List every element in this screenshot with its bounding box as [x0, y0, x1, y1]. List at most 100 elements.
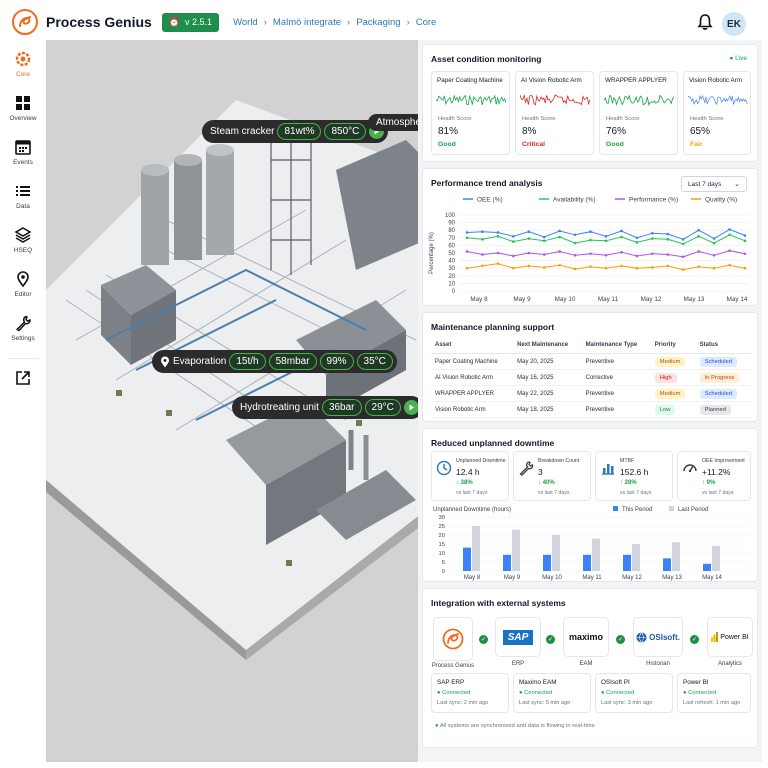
health-status: Good — [606, 141, 624, 148]
table-header-row: Asset Next Maintenance Maintenance Type … — [431, 337, 751, 354]
data-point — [558, 229, 561, 233]
play-icon[interactable] — [403, 400, 419, 415]
sidebar-item-editor[interactable]: Editor — [0, 270, 46, 308]
table-cell-status: Scheduled — [695, 353, 751, 370]
plant-3d-view[interactable]: Steam cracker 81wt% 850°C Atmosphe Evapo… — [46, 40, 426, 762]
kpi-change: ↑ 9% — [702, 480, 716, 486]
connection-sync: Last sync: 2 min ago — [437, 700, 489, 706]
data-point — [728, 263, 731, 267]
connection-card[interactable]: Power BI ● Connected Last refresh: 1 min… — [677, 673, 751, 713]
kpi-card[interactable]: OEE Improvement +11.2% ↑ 9% vs last 7 da… — [677, 451, 751, 501]
card-title: Performance trend analysis — [431, 178, 543, 188]
system-power-bi[interactable]: Power BI — [707, 617, 753, 657]
breadcrumb-item[interactable]: Packaging — [356, 17, 400, 28]
bar — [592, 538, 600, 571]
system-osisoft[interactable]: OSIsoft. — [633, 617, 683, 657]
callout-hydrotreating-unit[interactable]: Hydrotreating unit 36bar 29°C — [232, 396, 423, 419]
health-score-value: 8% — [522, 126, 537, 137]
downtime-card: Reduced unplanned downtime Unplanned Dow… — [422, 428, 758, 582]
asset-name: Vision Robotic Arm — [689, 77, 743, 84]
date-range-select[interactable]: Last 7 days ⌄ — [681, 176, 747, 192]
connection-name: Maximo EAM — [519, 679, 557, 686]
connection-sync: Last sync: 3 min ago — [601, 700, 653, 706]
callout-label: Steam cracker — [210, 126, 275, 137]
y-tick-label: 20 — [439, 533, 445, 539]
sidebar-item-events[interactable]: Events — [0, 138, 46, 176]
legend-label[interactable]: Last Period — [678, 507, 708, 513]
system-label: EAM — [579, 661, 593, 667]
breadcrumb-item[interactable]: Malmö integrate — [273, 17, 341, 28]
bar — [543, 554, 551, 571]
connection-card[interactable]: SAP ERP ● Connected Last sync: 2 min ago — [431, 673, 509, 713]
breadcrumb-item[interactable]: World — [233, 17, 258, 28]
table-row[interactable]: AI Vision Robotic Arm May 16, 2025 Correct… — [431, 369, 751, 386]
sidebar-item-hseq[interactable]: HSEQ — [0, 226, 46, 264]
data-point — [651, 252, 654, 256]
callout-evaporation[interactable]: Evaporation 15t/h 58mbar 99% 35°C — [152, 350, 397, 373]
process-genius-logo[interactable] — [12, 9, 38, 35]
health-score-label: Health Score — [606, 116, 640, 122]
table-cell-asset: Paper Coating Machine — [431, 353, 514, 370]
bell-icon[interactable] — [696, 13, 714, 31]
sidebar-item-data[interactable]: Data — [0, 182, 46, 220]
kpi-card[interactable]: MTBF 152.6 h ↑ 28% vs last 7 days — [595, 451, 673, 501]
status-badge: Scheduled — [699, 356, 738, 367]
table-cell-asset: AI Vision Robotic Arm — [431, 369, 514, 386]
connection-card[interactable]: OSIsoft PI ● Connected Last sync: 3 min … — [595, 673, 673, 713]
column-header: Status — [695, 337, 751, 354]
sidebar-item-settings[interactable]: Settings — [0, 314, 46, 352]
system-maximo[interactable]: maximo — [563, 617, 609, 657]
table-row[interactable]: Paper Coating Machine May 20, 2025 Prevent… — [431, 353, 751, 370]
legend-label[interactable]: Performance (%) — [629, 197, 678, 204]
avatar[interactable]: EK — [722, 12, 746, 36]
asset-card[interactable]: AI Vision Robotic Arm Health Score 8% Cr… — [515, 71, 594, 155]
process-genius-logo-icon — [442, 628, 464, 650]
kpi-card[interactable]: Unplanned Downtime 12.4 h ↓ 38% vs last … — [431, 451, 509, 501]
sidebar-item-overview[interactable]: Overview — [0, 94, 46, 132]
legend-label[interactable]: Availability (%) — [553, 197, 596, 204]
app-header: Process Genius ⏰ v 2.5.1 World › Malmö in… — [0, 0, 768, 44]
breadcrumb-item[interactable]: Core — [416, 17, 437, 28]
legend-label[interactable]: Quality (%) — [705, 197, 737, 204]
data-point — [681, 238, 685, 241]
data-point — [697, 228, 700, 232]
bar — [712, 545, 720, 571]
data-point — [743, 252, 747, 256]
x-tick-label: May 14 — [727, 296, 748, 303]
table-row[interactable]: WRAPPER APPLYER May 22, 2025 Preventive Med… — [431, 385, 751, 402]
callout-atmospheric[interactable]: Atmosphe — [368, 114, 426, 131]
legend-label[interactable]: OEE (%) — [477, 197, 503, 204]
data-point — [620, 250, 623, 254]
asset-card[interactable]: Vision Robotic Arm Health Score 65% Fair — [683, 71, 751, 155]
version-badge[interactable]: ⏰ v 2.5.1 — [161, 12, 220, 32]
connection-card[interactable]: Maximo EAM ● Connected Last sync: 5 min … — [513, 673, 591, 713]
system-sap[interactable]: SAP — [495, 617, 541, 657]
priority-badge: High — [654, 372, 677, 383]
kpi-compare: vs last 7 days — [538, 490, 570, 496]
kpi-compare: vs last 7 days — [620, 490, 652, 496]
x-tick-label: May 10 — [555, 296, 576, 303]
table-cell-priority: Medium — [650, 385, 696, 402]
sidebar-item-external[interactable] — [0, 369, 46, 407]
asset-card[interactable]: Paper Coating Machine Health Score 81% G… — [431, 71, 510, 155]
callout-steam-cracker[interactable]: Steam cracker 81wt% 850°C — [202, 120, 389, 143]
asset-card[interactable]: WRAPPER APPLYER Health Score 76% Good — [599, 71, 678, 155]
health-score-value: 65% — [690, 126, 711, 137]
y-tick-label: 40 — [448, 259, 455, 265]
legend-label[interactable]: This Period — [622, 507, 652, 513]
kpi-card[interactable]: Breakdown Count 3 ↓ 40% vs last 7 days — [513, 451, 591, 501]
y-tick-label: 10 — [448, 281, 455, 287]
table-row[interactable]: Vision Robotic Arm May 18, 2025 Preventive… — [431, 401, 751, 418]
kpi-change: ↓ 38% — [456, 480, 473, 486]
priority-badge: Low — [654, 404, 676, 415]
data-point — [573, 253, 577, 257]
health-sparkline — [520, 93, 590, 106]
data-point — [681, 255, 685, 259]
x-tick-label: May 12 — [641, 296, 662, 303]
x-tick-label: May 11 — [598, 296, 619, 303]
y-tick-label: 15 — [439, 542, 445, 548]
system-process-genius[interactable] — [433, 617, 473, 661]
sidebar-item-core[interactable]: Core — [0, 50, 46, 88]
list-icon — [16, 186, 30, 196]
data-point — [712, 237, 716, 240]
